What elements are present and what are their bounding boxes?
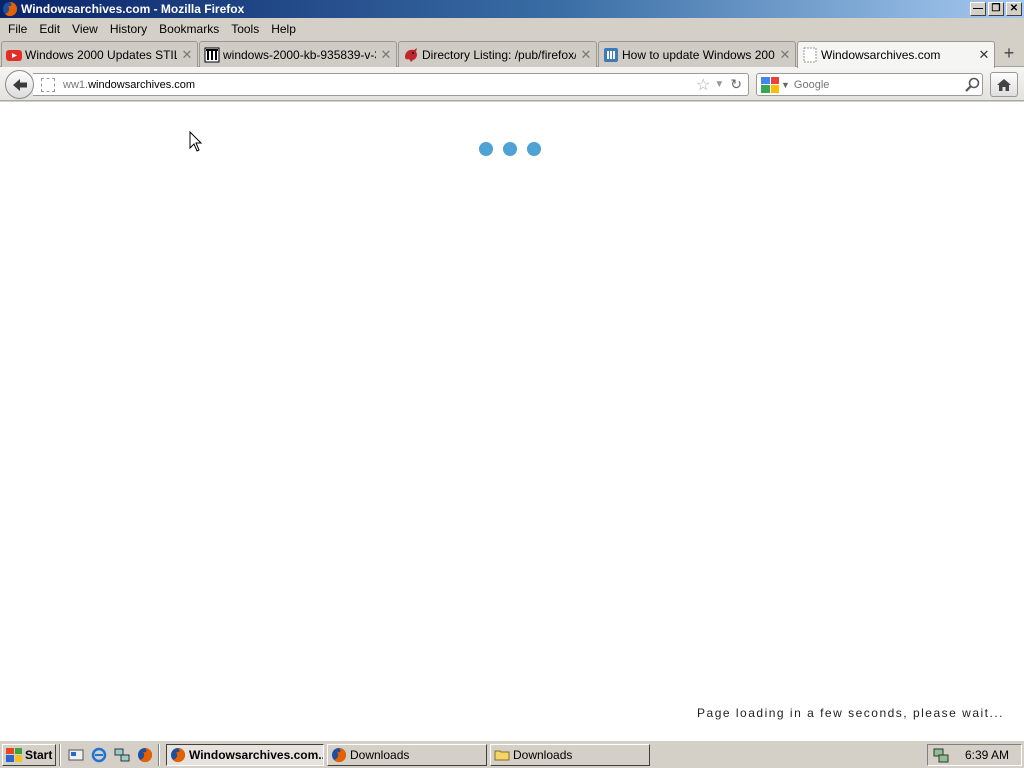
- minimize-icon: —: [973, 3, 983, 14]
- loading-dot: [527, 142, 541, 156]
- task-label: Downloads: [513, 747, 573, 762]
- menu-file[interactable]: File: [2, 22, 33, 36]
- google-icon[interactable]: [761, 76, 779, 93]
- loading-message: Page loading in a few seconds, please wa…: [697, 706, 1004, 720]
- task-label: Windowsarchives.com...: [189, 747, 324, 762]
- bookmark-star-icon[interactable]: ☆: [696, 75, 710, 95]
- taskbar-separator: [59, 743, 61, 766]
- firefox-icon: [332, 747, 347, 762]
- system-tray: 6:39 AM: [927, 744, 1022, 766]
- mouse-cursor-icon: [189, 131, 203, 152]
- menu-help[interactable]: Help: [265, 22, 302, 36]
- taskbar: Start Windowsarchives.com... Downloads D…: [0, 740, 1024, 768]
- restore-icon: ❐: [991, 3, 1001, 14]
- show-desktop-icon[interactable]: [66, 745, 86, 765]
- plus-icon: +: [1003, 42, 1015, 63]
- menu-edit[interactable]: Edit: [33, 22, 66, 36]
- archive-icon: [204, 47, 220, 62]
- tab-directory-listing[interactable]: Directory Listing: /pub/firefox/... ✕: [398, 41, 597, 67]
- tab-title: How to update Windows 2000 ...: [622, 47, 775, 62]
- tab-windowsarchives[interactable]: Windowsarchives.com ✕: [797, 41, 995, 68]
- new-tab-button[interactable]: +: [998, 42, 1020, 64]
- search-icon[interactable]: [962, 77, 982, 93]
- folder-icon: [494, 750, 510, 760]
- tab-close-icon[interactable]: ✕: [779, 47, 791, 63]
- tab-close-icon[interactable]: ✕: [181, 47, 193, 63]
- menu-bookmarks[interactable]: Bookmarks: [153, 22, 225, 36]
- firefox-icon: [3, 2, 18, 17]
- history-dropdown-icon[interactable]: ▼: [714, 79, 724, 90]
- task-firefox-windowsarchives[interactable]: Windowsarchives.com...: [166, 743, 324, 766]
- firefox-icon: [171, 747, 186, 762]
- url-domain: windowsarchives.com: [88, 78, 196, 91]
- loading-dot: [503, 142, 517, 156]
- youtube-icon: [6, 49, 22, 61]
- loading-spinner: [479, 142, 541, 156]
- url-bar[interactable]: ww1.windowsarchives.com ☆ ▼ ↻: [33, 73, 749, 96]
- quick-launch: [66, 745, 155, 765]
- menu-tools[interactable]: Tools: [225, 22, 265, 36]
- tab-windows-2000-updates[interactable]: Windows 2000 Updates STILL ... ✕: [1, 41, 198, 67]
- tab-kb-935839[interactable]: windows-2000-kb-935839-v-3... ✕: [199, 41, 397, 67]
- task-folder-downloads[interactable]: Downloads: [490, 743, 650, 766]
- taskbar-separator: [158, 743, 160, 766]
- window-title: Windowsarchives.com - Mozilla Firefox: [21, 2, 245, 16]
- page-content: Page loading in a few seconds, please wa…: [0, 102, 1024, 740]
- url-subdomain: ww1.: [63, 78, 89, 91]
- menu-view[interactable]: View: [66, 22, 104, 36]
- minimize-button[interactable]: —: [970, 2, 986, 16]
- reload-icon[interactable]: ↻: [730, 76, 742, 93]
- search-input[interactable]: [793, 78, 962, 91]
- tab-close-icon[interactable]: ✕: [580, 47, 592, 63]
- network-connection-icon[interactable]: [932, 747, 950, 763]
- clock[interactable]: 6:39 AM: [950, 748, 1021, 762]
- restore-button[interactable]: ❐: [988, 2, 1004, 16]
- search-bar[interactable]: ▼: [756, 73, 983, 96]
- close-icon: ✕: [1009, 3, 1019, 14]
- firefox-icon[interactable]: [135, 745, 155, 765]
- tab-title: Windows 2000 Updates STILL ...: [25, 47, 177, 62]
- task-firefox-downloads[interactable]: Downloads: [327, 743, 487, 766]
- network-icon[interactable]: [112, 745, 132, 765]
- tab-title: Directory Listing: /pub/firefox/...: [422, 47, 576, 62]
- menu-history[interactable]: History: [104, 22, 153, 36]
- internet-explorer-icon[interactable]: [89, 745, 109, 765]
- site-identity-icon[interactable]: [41, 77, 55, 92]
- start-label: Start: [25, 747, 53, 762]
- close-button[interactable]: ✕: [1006, 2, 1022, 16]
- navigation-toolbar: ww1.windowsarchives.com ☆ ▼ ↻ ▼: [0, 67, 1024, 101]
- engine-dropdown-icon[interactable]: ▼: [781, 80, 790, 90]
- menu-bar: File Edit View History Bookmarks Tools H…: [0, 18, 1024, 39]
- tab-title: Windowsarchives.com: [821, 48, 941, 62]
- back-button[interactable]: [5, 70, 34, 99]
- start-button[interactable]: Start: [2, 743, 56, 766]
- url-text[interactable]: ww1.windowsarchives.com: [63, 79, 696, 91]
- ftp-icon: [405, 47, 417, 62]
- back-arrow-icon: [12, 78, 27, 91]
- blank-page-icon: [803, 47, 817, 63]
- windows-logo-icon: [6, 747, 22, 762]
- tab-close-icon[interactable]: ✕: [978, 47, 990, 63]
- task-label: Downloads: [350, 747, 410, 762]
- site-icon: [604, 47, 618, 62]
- home-button[interactable]: [990, 72, 1018, 97]
- loading-dot: [479, 142, 493, 156]
- tab-close-icon[interactable]: ✕: [380, 47, 392, 63]
- tab-how-to-update[interactable]: How to update Windows 2000 ... ✕: [598, 41, 796, 67]
- home-icon: [997, 78, 1011, 91]
- tab-title: windows-2000-kb-935839-v-3...: [223, 47, 376, 62]
- title-bar[interactable]: Windowsarchives.com - Mozilla Firefox — …: [0, 0, 1024, 18]
- tab-strip: Windows 2000 Updates STILL ... ✕ windows…: [0, 39, 1024, 68]
